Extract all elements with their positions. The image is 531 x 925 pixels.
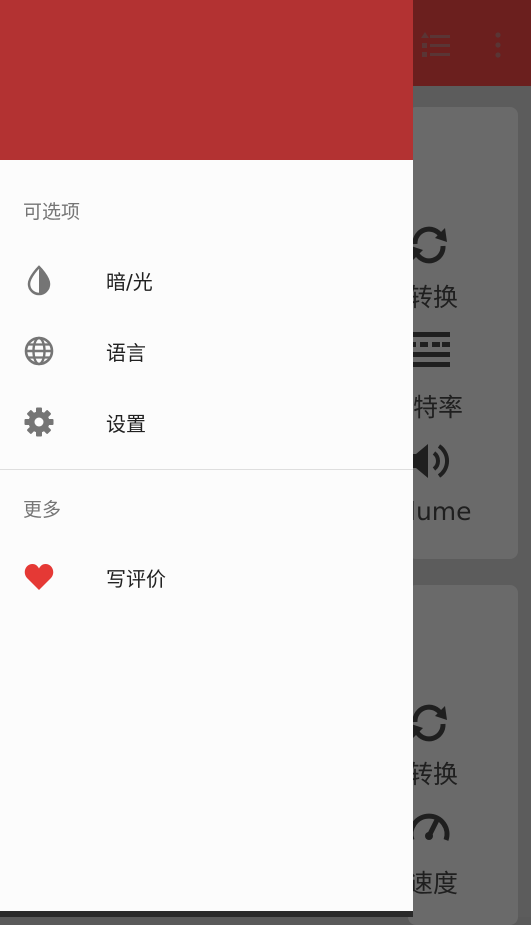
drawer-item-label: 语言	[106, 341, 146, 365]
section-title-more: 更多	[23, 499, 62, 521]
brightness-icon	[27, 265, 51, 296]
background-label: 转换	[408, 283, 459, 312]
background-label: lume	[409, 497, 472, 526]
background-label: 速度	[408, 869, 459, 898]
list-icon	[421, 32, 450, 57]
drawer-item-theme[interactable]: 暗/光	[0, 247, 413, 311]
gear-icon	[24, 407, 54, 437]
drawer-item-rate[interactable]: 写评价	[0, 544, 413, 608]
section-divider	[0, 469, 413, 470]
globe-icon	[24, 336, 54, 366]
drawer-header	[0, 0, 413, 160]
background-label: 特率	[413, 393, 464, 422]
bottom-strip	[0, 911, 413, 917]
more-vert-icon	[495, 32, 501, 58]
drawer-item-label: 设置	[106, 412, 146, 436]
background-label: 转换	[408, 760, 459, 789]
drawer-item-label: 暗/光	[106, 270, 153, 294]
drawer-item-language[interactable]: 语言	[0, 318, 413, 382]
heart-icon	[24, 564, 54, 590]
section-title-options: 可选项	[23, 201, 81, 223]
bitrate-icon	[408, 332, 450, 367]
drawer-item-label: 写评价	[106, 567, 166, 591]
drawer-item-settings[interactable]: 设置	[0, 389, 413, 453]
navigation-drawer: 可选项 暗/光 语言 设置 更多 写评价	[0, 0, 413, 911]
